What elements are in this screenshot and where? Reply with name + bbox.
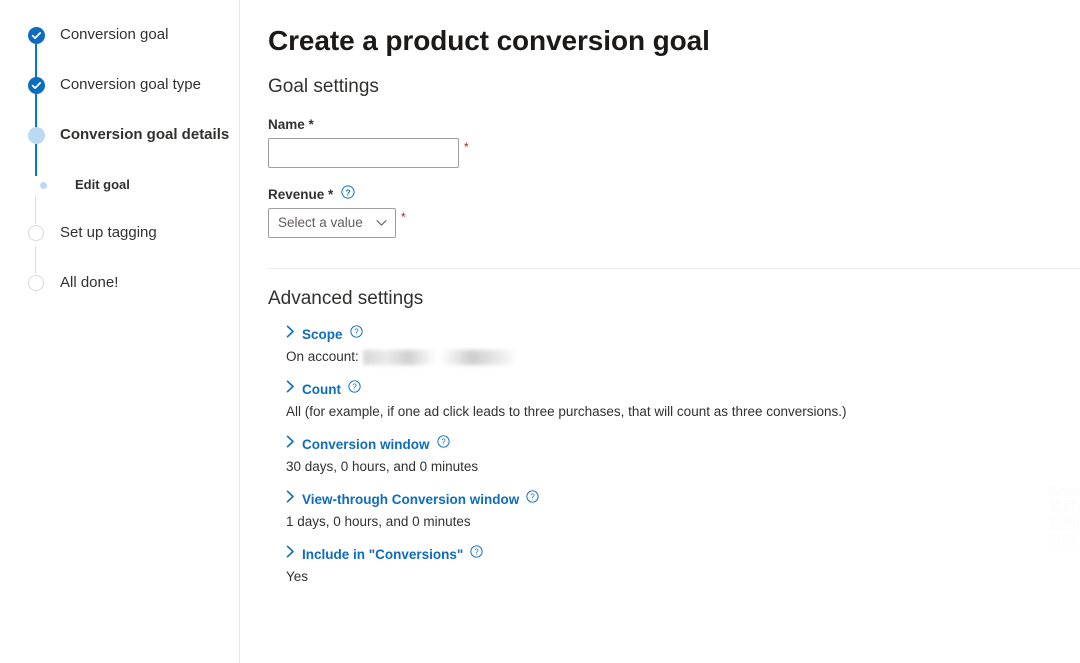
section-divider [268,268,1080,269]
question-circle-icon[interactable]: ? [470,545,483,563]
svg-text:?: ? [441,438,446,447]
wizard-substep-edit-goal[interactable]: Edit goal [0,176,239,224]
revenue-dropdown[interactable]: Select a value [268,208,396,238]
svg-text:?: ? [531,493,536,502]
check-circle-icon [27,77,45,94]
main-content: Create a product conversion goal Goal se… [240,0,1080,663]
advanced-item-conversion-window: Conversion window ? 30 days, 0 hours, an… [268,435,1080,476]
question-circle-icon[interactable]: ? [348,380,361,398]
advanced-item-title: Include in "Conversions" [302,546,464,562]
advanced-item-count: Count ? All (for example, if one ad clic… [268,380,1080,421]
dot-icon [39,182,47,189]
advanced-item-value: All (for example, if one ad click leads … [286,404,847,419]
check-circle-icon [27,27,45,44]
svg-text:?: ? [354,328,359,337]
advanced-item-title: View-through Conversion window [302,491,520,507]
wizard-step-conversion-goal-details[interactable]: Conversion goal details [0,126,239,176]
svg-text:?: ? [352,383,357,392]
redacted-account-name [362,349,514,365]
name-required-asterisk: * [464,140,469,154]
question-circle-icon[interactable]: ? [436,435,450,453]
wizard-step-label: Set up tagging [60,224,157,241]
circle-outline-icon [28,225,44,241]
wizard-step-label: Conversion goal details [60,126,230,143]
advanced-view-through-toggle[interactable]: View-through Conversion window ? [268,490,1080,508]
wizard-step-conversion-goal[interactable]: Conversion goal [0,26,239,76]
step-marker-todo [26,274,46,291]
advanced-scope-toggle[interactable]: Scope ? [268,325,1080,343]
wizard-step-set-up-tagging[interactable]: Set up tagging [0,224,239,274]
revenue-dropdown-value: Select a value [278,215,363,230]
step-marker-current [26,126,46,144]
svg-text:?: ? [475,548,480,557]
chevron-right-icon [286,435,295,453]
chevron-right-icon [286,380,295,398]
question-circle-icon[interactable]: ? [341,185,355,203]
question-circle-icon[interactable]: ? [349,325,363,343]
revenue-input-row: Select a value * [268,208,1080,238]
advanced-item-title: Scope [302,326,343,342]
advanced-item-include-in-conversions: Include in "Conversions" ? Yes [268,545,1080,586]
question-circle-icon[interactable]: ? [526,490,539,508]
name-label-text: Name * [268,117,314,132]
advanced-item-title: Conversion window [302,436,430,452]
wizard-step-label: Conversion goal type [60,76,201,93]
advanced-item-view-through-conversion-window: View-through Conversion window ? 1 days,… [268,490,1080,531]
advanced-scope-prefix: On account: [286,349,359,364]
page-title: Create a product conversion goal [268,25,710,56]
revenue-required-asterisk: * [401,210,406,224]
substep-marker [33,176,53,189]
step-marker-done [26,76,46,94]
page-root: Conversion goal Conversion goal type Con… [0,0,1080,663]
goal-settings-heading: Goal settings [268,76,379,97]
chevron-right-icon [286,490,295,508]
circle-filled-icon [27,127,45,144]
advanced-item-value: 1 days, 0 hours, and 0 minutes [286,514,471,529]
advanced-item-value: Yes [286,569,309,584]
wizard-step-label: All done! [60,274,119,291]
advanced-conversion-window-toggle[interactable]: Conversion window ? [268,435,1080,453]
advanced-item-scope: Scope ? On account: [268,325,1080,366]
advanced-item-value: 30 days, 0 hours, and 0 minutes [286,459,479,474]
step-marker-done [26,26,46,44]
wizard-step-label: Conversion goal [60,26,169,43]
name-field-label: Name * [268,116,1080,133]
advanced-count-toggle[interactable]: Count ? [268,380,1080,398]
chevron-right-icon [286,325,295,343]
chevron-down-icon [376,214,387,232]
wizard-substep-label: Edit goal [75,177,130,192]
chevron-right-icon [286,545,295,563]
name-input-row: * [268,138,1080,168]
wizard-step-conversion-goal-type[interactable]: Conversion goal type [0,76,239,126]
name-input[interactable] [268,138,459,168]
step-marker-todo [26,224,46,241]
svg-text:?: ? [346,187,351,197]
wizard-progress-rail: Conversion goal Conversion goal type Con… [0,0,240,663]
advanced-item-value: On account: [268,348,1080,366]
advanced-settings-heading: Advanced settings [268,288,424,309]
revenue-field-label: Revenue * ? [268,185,1080,203]
advanced-include-in-conversions-toggle[interactable]: Include in "Conversions" ? [268,545,1080,563]
revenue-label-text: Revenue * [268,186,334,202]
circle-outline-icon [28,275,44,291]
advanced-item-title: Count [302,381,341,397]
wizard-step-all-done[interactable]: All done! [0,274,239,324]
